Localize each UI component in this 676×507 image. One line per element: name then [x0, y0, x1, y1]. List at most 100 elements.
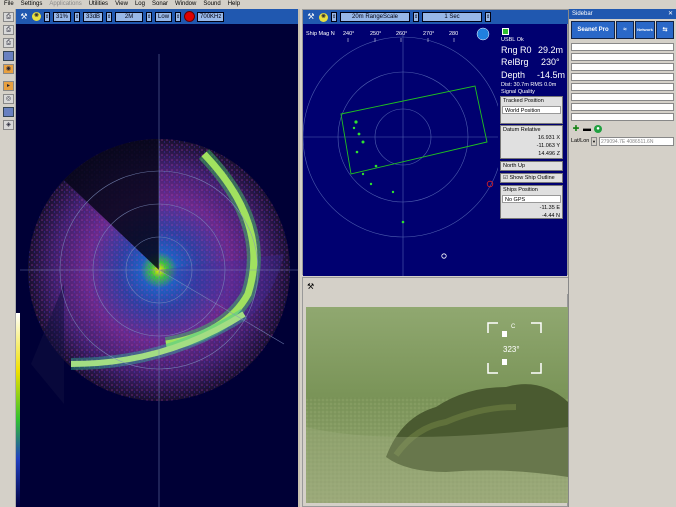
- datum-panel: Datum Relative 16.931 X -11.063 Y 14.496…: [500, 125, 563, 159]
- menu-log[interactable]: Log: [135, 0, 145, 9]
- spin-icon[interactable]: ⇕: [485, 12, 491, 22]
- seanet-pro-logo[interactable]: Seanet Pro: [571, 21, 615, 39]
- sidebar-titlebar: Sidebar ✕: [569, 9, 676, 19]
- window-icon[interactable]: [3, 51, 14, 61]
- depth-label: Depth: [501, 70, 526, 80]
- spin-icon[interactable]: ⇕: [413, 12, 419, 22]
- wave-icon[interactable]: ≈: [616, 21, 634, 39]
- bearing-tick: 280: [449, 31, 458, 37]
- video-toolbar: ⚒: [303, 278, 569, 294]
- nav-info-panel: USBL Ok Rng R0 29.2m RelBrg 230° Depth -…: [498, 24, 567, 276]
- nav-icon[interactable]: ◎: [3, 94, 14, 104]
- video-window: ⚒ C 323°: [302, 277, 569, 507]
- sidebar-field[interactable]: [571, 73, 674, 81]
- remove-icon[interactable]: ▬: [583, 125, 591, 133]
- sonar-display: [20, 54, 298, 507]
- transmit-button[interactable]: [184, 11, 196, 22]
- tracked-position-panel: Tracked Position World Position: [500, 96, 563, 124]
- menu-help[interactable]: Help: [228, 0, 240, 9]
- sonar-toolbar: ⚒ ✺ ⇕ 31% ⇕ 33dB ⇕ 2M ⇕ Low ⇕ 700KHz: [16, 9, 298, 24]
- menu-file[interactable]: File: [4, 0, 14, 9]
- video-icon[interactable]: [3, 107, 14, 117]
- chevron-down-icon[interactable]: ▼: [591, 136, 597, 146]
- nav-plot-graphic: Ship Mag N 240° 250° 260° 270° 280: [303, 27, 498, 276]
- ships-position-panel: Ships Position No GPS -11.35 E -4.44 N: [500, 185, 563, 219]
- signal-quality: Signal Quality: [501, 89, 535, 95]
- latlon-label: Lat/Lon: [571, 138, 590, 144]
- nav-toolbar: ⚒ ✺ ⇕ 20m RangeScale ⇕ 1 Sec ⇕: [303, 10, 569, 24]
- compass-heading: 323°: [503, 345, 520, 354]
- gps-select[interactable]: No GPS: [502, 195, 561, 203]
- tool-icon[interactable]: ⚒: [306, 12, 316, 22]
- sidebar-field[interactable]: [571, 43, 674, 51]
- tool-icon[interactable]: ⚒: [19, 12, 29, 22]
- spin-icon[interactable]: ⇕: [175, 11, 182, 22]
- ships-title: Ships Position: [503, 187, 538, 193]
- menubar: File Settings Applications Utilities View Log…: [0, 0, 676, 9]
- app-icon[interactable]: ◉: [3, 64, 14, 74]
- db-value[interactable]: 33dB: [83, 11, 104, 22]
- relbrg-value: 230°: [541, 57, 560, 67]
- tool-icon[interactable]: ⚒: [307, 282, 314, 291]
- menu-window[interactable]: Window: [175, 0, 196, 9]
- mode-value[interactable]: Low: [155, 11, 173, 22]
- ship-north: -4.44 N: [541, 213, 560, 219]
- spin-icon[interactable]: ⇕: [146, 11, 153, 22]
- spin-icon[interactable]: ⇕: [331, 12, 337, 22]
- world-position-select[interactable]: World Position: [502, 106, 561, 114]
- sidebar-field[interactable]: [571, 93, 674, 101]
- print-preview-icon[interactable]: ⎙: [3, 38, 14, 48]
- bulb-icon[interactable]: ✺: [32, 12, 41, 21]
- menu-applications[interactable]: Applications: [49, 0, 81, 9]
- gain-value[interactable]: 31%: [53, 11, 72, 22]
- print-icon[interactable]: ⎙: [3, 12, 14, 22]
- range-value[interactable]: 2M: [115, 11, 144, 22]
- sonar-icon[interactable]: ▸: [3, 81, 14, 91]
- spin-icon[interactable]: ⇕: [74, 11, 81, 22]
- bearing-tick: 240°: [343, 31, 354, 37]
- show-outline-checkbox[interactable]: ☑ Show Ship Outline: [500, 173, 563, 183]
- range-scale[interactable]: 20m RangeScale: [340, 12, 410, 22]
- bearing-tick: 250°: [370, 31, 381, 37]
- menu-sound[interactable]: Sound: [203, 0, 220, 9]
- nav-plot[interactable]: Ship Mag N 240° 250° 260° 270° 280: [303, 24, 498, 276]
- bearing-tick: 270°: [423, 31, 434, 37]
- spin-icon[interactable]: ⇕: [106, 11, 113, 22]
- show-outline-text: Show Ship Outline: [509, 175, 555, 181]
- heading-mode: Ship Mag N: [306, 31, 335, 37]
- usbl-status-icon: [502, 28, 509, 35]
- orientation-select[interactable]: North Up: [500, 161, 563, 171]
- ship-east: -11.35 E: [539, 205, 560, 211]
- sidebar-title: Sidebar: [572, 11, 593, 17]
- video-frame: C 323°: [306, 307, 568, 503]
- orientation-label: North Up: [503, 163, 526, 169]
- frequency-value[interactable]: 700KHz: [197, 11, 225, 22]
- menu-sonar[interactable]: Sonar: [152, 0, 168, 9]
- sidebar-field[interactable]: [571, 83, 674, 91]
- sonar-window: ⚒ ✺ ⇕ 31% ⇕ 33dB ⇕ 2M ⇕ Low ⇕ 700KHz: [16, 9, 300, 507]
- menu-utilities[interactable]: Utilities: [89, 0, 108, 9]
- network-icon[interactable]: Network: [635, 21, 655, 39]
- printer-icon[interactable]: ⎙: [3, 25, 14, 35]
- menu-view[interactable]: View: [115, 0, 128, 9]
- transfer-icon[interactable]: ⇆: [656, 21, 674, 39]
- distance-text: Dist: 30.7m RMS 0.0m: [501, 82, 557, 88]
- globe-icon[interactable]: ●: [594, 125, 602, 133]
- latlon-row: Lat/Lon ▼ 279094.7E 4086511.6N: [569, 135, 676, 147]
- settings-icon[interactable]: ◈: [3, 120, 14, 130]
- globe-icon: [476, 27, 490, 41]
- add-icon[interactable]: ✚: [572, 125, 580, 133]
- usbl-status: USBL Ok: [501, 37, 524, 43]
- bearing-tick: 260°: [396, 31, 407, 37]
- interval[interactable]: 1 Sec: [422, 12, 482, 22]
- sidebar-field[interactable]: [571, 113, 674, 121]
- latlon-value[interactable]: 279094.7E 4086511.6N: [599, 136, 674, 146]
- bulb-icon[interactable]: ✺: [319, 12, 328, 22]
- rng-label: Rng R0: [501, 45, 532, 55]
- sidebar-field[interactable]: [571, 53, 674, 61]
- close-icon[interactable]: ✕: [668, 9, 673, 19]
- sidebar-field[interactable]: [571, 63, 674, 71]
- menu-settings[interactable]: Settings: [21, 0, 43, 9]
- spin-icon[interactable]: ⇕: [44, 11, 50, 22]
- sidebar-field[interactable]: [571, 103, 674, 111]
